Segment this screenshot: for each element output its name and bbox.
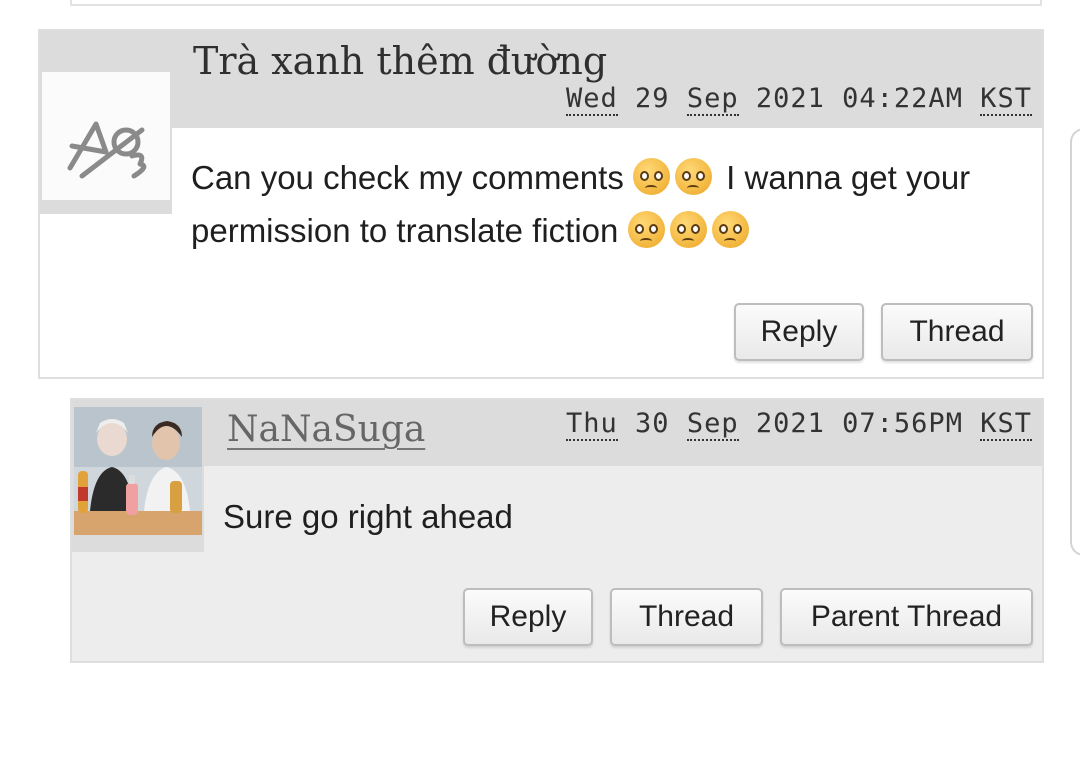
username: Trà xanh thêm đường [193, 39, 608, 83]
weekday: Thu [565, 408, 618, 441]
thread-button[interactable]: Thread [610, 588, 763, 646]
comment-datetime: Thu 30 Sep 2021 07:56PM KST [565, 408, 1032, 441]
thread-button[interactable]: Thread [881, 303, 1033, 361]
pleading-face-icon [711, 211, 749, 248]
user-photo-icon [74, 407, 202, 535]
timezone: KST [980, 408, 1032, 441]
month: Sep [686, 83, 739, 116]
comment-text-part: I wanna get your [726, 159, 971, 196]
pleading-face-icon [675, 158, 712, 195]
comment-body: Sure go right ahead [223, 498, 513, 535]
pleading-face-icon [633, 158, 670, 195]
avatar[interactable] [42, 72, 170, 200]
pleading-face-icon [669, 211, 707, 248]
time: 04:22AM [842, 83, 963, 114]
year: 2021 [755, 408, 825, 439]
parent-thread-button[interactable]: Parent Thread [780, 588, 1033, 646]
month: Sep [686, 408, 739, 441]
username-link[interactable]: NaNaSuga [227, 409, 425, 450]
year: 2021 [755, 83, 825, 114]
weekday: Wed [565, 83, 618, 116]
avatar[interactable] [74, 407, 202, 535]
comment-text-part: permission to translate fiction [191, 212, 619, 249]
day-of-month: 30 [635, 408, 670, 439]
reply-button[interactable]: Reply [734, 303, 864, 361]
day-of-month: 29 [635, 83, 670, 114]
avatar-frame [72, 405, 204, 552]
reply-comment: NaNaSuga Thu 30 Sep 2021 07:56PM KST Sur… [70, 398, 1044, 663]
reply-button[interactable]: Reply [463, 588, 593, 646]
timezone: KST [980, 83, 1032, 116]
comment-text-part: Can you check my comments [191, 159, 624, 196]
comment-body: Can you check my comments I wanna get yo… [191, 151, 1041, 257]
signature-logo-icon [42, 72, 170, 200]
previous-comment-edge [70, 0, 1042, 6]
avatar-frame [40, 70, 172, 214]
time: 07:56PM [842, 408, 963, 439]
pleading-face-icon [627, 211, 665, 248]
comment-datetime: Wed 29 Sep 2021 04:22AM KST [565, 83, 1032, 116]
scroll-edge-handle[interactable] [1070, 128, 1080, 556]
comment: Trà xanh thêm đường Wed 29 Sep 2021 04:2… [38, 29, 1044, 379]
